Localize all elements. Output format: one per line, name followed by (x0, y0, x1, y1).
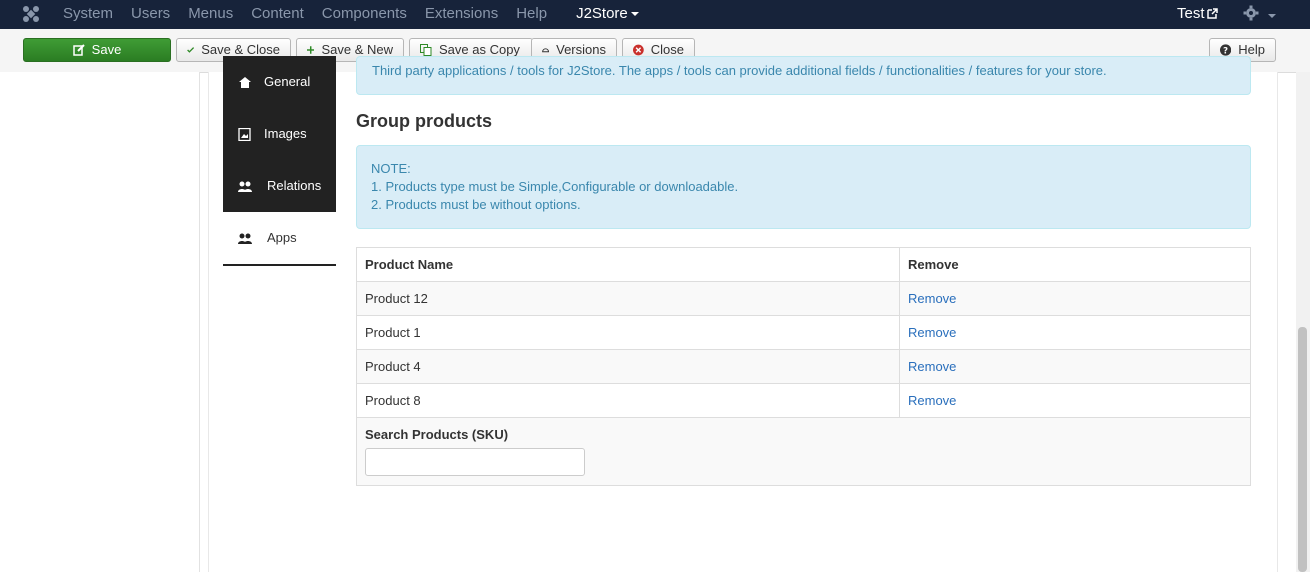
save-label: Save (91, 42, 122, 57)
svg-text:?: ? (1223, 45, 1228, 55)
product-name-cell: Product 1 (356, 315, 900, 350)
remove-cell: Remove (899, 281, 1251, 316)
home-icon (239, 77, 251, 88)
menu-help[interactable]: Help (507, 0, 556, 29)
menu-components[interactable]: Components (313, 0, 416, 29)
user-name: Test (1177, 5, 1205, 22)
edit-icon (72, 44, 85, 56)
table-row: Product 1 Remove (356, 315, 1251, 350)
table-header-row: Product Name Remove (356, 247, 1251, 282)
menu-menus[interactable]: Menus (179, 0, 242, 29)
chevron-down-icon (630, 12, 639, 17)
menu-content[interactable]: Content (242, 0, 313, 29)
search-products-label: Search Products (SKU) (365, 427, 509, 442)
page-scrollbar[interactable] (1296, 72, 1310, 572)
tab-general[interactable]: General (223, 56, 336, 108)
remove-link[interactable]: Remove (908, 291, 956, 306)
menu-users[interactable]: Users (122, 0, 179, 29)
tab-images[interactable]: Images (223, 108, 336, 160)
gear-icon (1243, 5, 1259, 21)
note-title: NOTE: (371, 161, 411, 176)
product-name-cell: Product 8 (356, 383, 900, 418)
main-menu: System Users Menus Content Components Ex… (54, 0, 648, 29)
note-line-1: 1. Products type must be Simple,Configur… (371, 179, 739, 194)
group-products-table: Product Name Remove Product 12 Remove Pr… (356, 247, 1251, 486)
scrollbar-thumb[interactable] (1298, 327, 1307, 572)
menu-j2store[interactable]: J2Store (556, 0, 648, 29)
left-sidebar (0, 72, 200, 572)
users-icon (238, 233, 252, 244)
tab-relations[interactable]: Relations (223, 160, 336, 212)
apps-info-alert: Third party applications / tools for J2S… (356, 56, 1251, 95)
remove-cell: Remove (899, 349, 1251, 384)
settings-menu[interactable] (1243, 5, 1276, 24)
column-product-name: Product Name (356, 247, 900, 282)
search-cell: Search Products (SKU) (356, 417, 1251, 486)
versions-icon (542, 48, 550, 53)
close-circle-icon (633, 44, 644, 56)
joomla-logo-icon[interactable] (22, 5, 40, 23)
note-line-2: 2. Products must be without options. (371, 197, 581, 212)
chevron-down-icon (1268, 14, 1276, 18)
product-name-cell: Product 4 (356, 349, 900, 384)
group-note-alert: NOTE: 1. Products type must be Simple,Co… (356, 145, 1251, 229)
user-menu[interactable]: Test (1177, 0, 1218, 28)
tab-apps-label: Apps (267, 230, 297, 245)
plus-icon (307, 46, 315, 54)
column-remove: Remove (899, 247, 1251, 282)
menu-system[interactable]: System (54, 0, 122, 29)
table-row: Product 4 Remove (356, 349, 1251, 384)
tab-apps[interactable]: Apps (223, 212, 336, 266)
check-icon (187, 47, 195, 53)
product-name-cell: Product 12 (356, 281, 900, 316)
group-products-heading: Group products (356, 111, 492, 131)
table-row: Product 12 Remove (356, 281, 1251, 316)
tab-general-label: General (264, 74, 311, 89)
menu-extensions[interactable]: Extensions (416, 0, 507, 29)
users-icon (238, 181, 252, 192)
search-row: Search Products (SKU) (356, 417, 1251, 486)
remove-link[interactable]: Remove (908, 393, 956, 408)
remove-link[interactable]: Remove (908, 325, 956, 340)
tab-relations-label: Relations (267, 178, 322, 193)
external-link-icon (1206, 8, 1218, 19)
menu-j2store-label: J2Store (576, 5, 628, 22)
copy-icon (420, 44, 432, 56)
search-products-input[interactable] (365, 448, 585, 476)
tab-images-label: Images (264, 126, 307, 141)
image-icon (238, 128, 251, 141)
table-row: Product 8 Remove (356, 383, 1251, 418)
remove-cell: Remove (899, 315, 1251, 350)
remove-link[interactable]: Remove (908, 359, 956, 374)
question-icon: ? (1220, 44, 1232, 56)
apps-info-text: Third party applications / tools for J2S… (372, 63, 1107, 78)
product-tabs: General Images Relations Apps (223, 56, 336, 266)
remove-cell: Remove (899, 383, 1251, 418)
top-navbar: System Users Menus Content Components Ex… (0, 0, 1310, 29)
save-button[interactable]: Save (23, 38, 171, 62)
